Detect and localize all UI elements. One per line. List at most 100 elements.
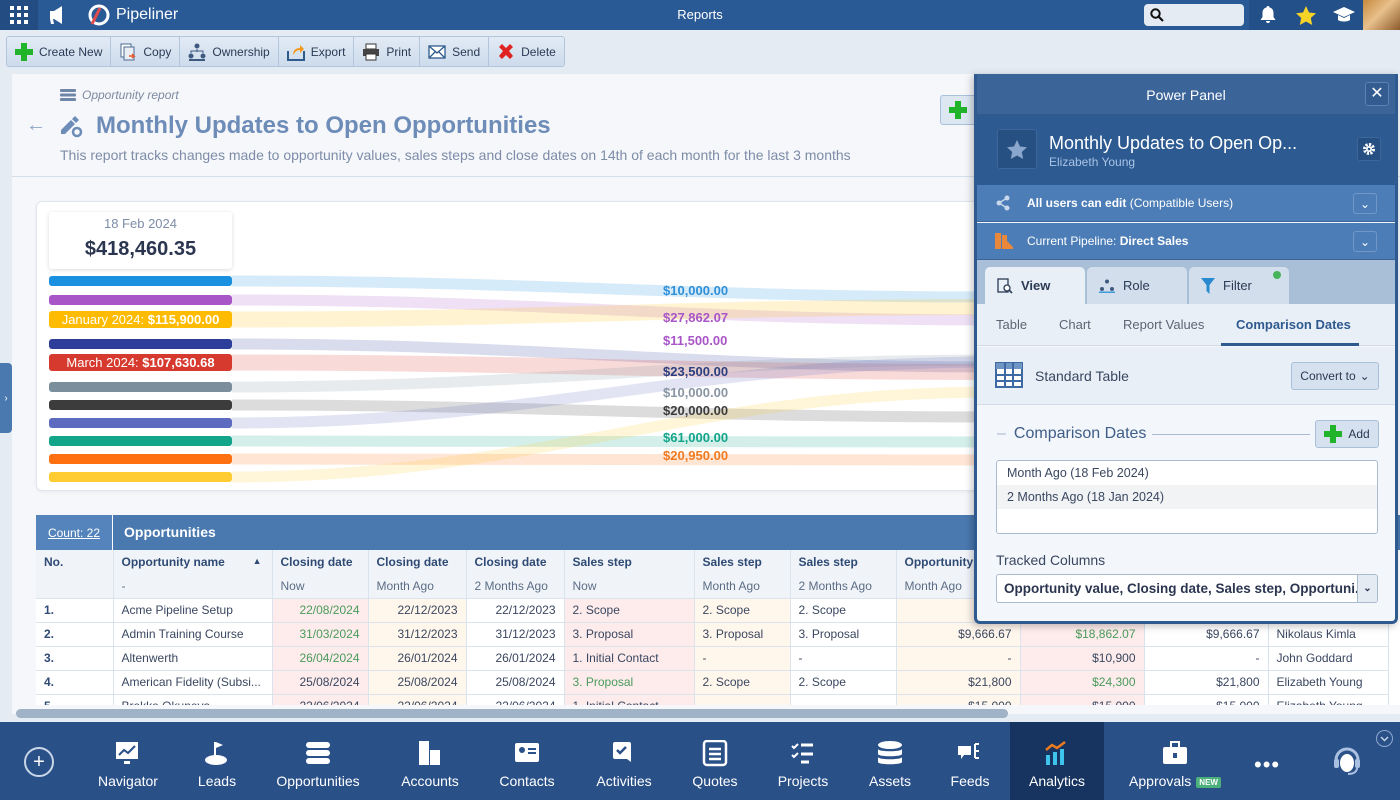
sankey-source-bar[interactable]: March 2024: $107,630.68 <box>49 354 232 371</box>
column-subheader: Now <box>272 574 369 598</box>
sankey-source-bar[interactable] <box>49 382 232 392</box>
tab-role[interactable]: Role <box>1087 267 1187 304</box>
collapse-nav-button[interactable] <box>1376 730 1393 747</box>
nav-item-opportunities[interactable]: Opportunities <box>270 722 366 800</box>
column-header[interactable]: Closing date <box>368 550 467 574</box>
announcements-button[interactable] <box>38 0 78 30</box>
subtab-report-values[interactable]: Report Values <box>1123 317 1204 332</box>
horizontal-scrollbar[interactable] <box>16 709 1008 718</box>
nav-item-analytics[interactable]: Analytics <box>1010 722 1104 800</box>
opportunities-icon <box>306 742 330 764</box>
delete-button[interactable]: Delete <box>489 37 564 66</box>
support-button[interactable] <box>1332 744 1362 779</box>
subtab-comparison-dates[interactable]: Comparison Dates <box>1236 317 1351 332</box>
comparison-date-item[interactable]: Month Ago (18 Feb 2024) <box>997 461 1377 485</box>
sankey-source-bar[interactable] <box>49 418 232 428</box>
column-header[interactable]: Sales step <box>790 550 897 574</box>
comparison-date-item[interactable]: 2 Months Ago (18 Jan 2024) <box>997 485 1377 509</box>
nav-item-projects[interactable]: Projects <box>768 722 838 800</box>
table-row[interactable]: 3. Altenwerth 26/04/2024 26/01/2024 26/01/20… <box>36 645 1389 670</box>
copy-label: Copy <box>143 44 172 59</box>
sharing-dropdown[interactable]: ⌄ <box>1353 193 1377 214</box>
pipeline-dropdown[interactable]: ⌄ <box>1353 231 1377 252</box>
table-cell: 1. <box>36 597 114 622</box>
navigator-icon <box>116 742 138 764</box>
count-link[interactable]: Count: 22 <box>36 515 113 550</box>
tab-filter[interactable]: Filter <box>1189 267 1289 304</box>
search-input[interactable] <box>1144 4 1244 26</box>
ownership-button[interactable]: Ownership <box>180 37 279 66</box>
sankey-source-bar[interactable] <box>49 436 232 446</box>
sankey-source-bar[interactable] <box>49 295 232 305</box>
export-button[interactable]: Export <box>278 37 355 66</box>
quick-add-button[interactable]: + <box>24 747 54 777</box>
nav-item-approvals[interactable]: Approvals NEW <box>1112 722 1238 800</box>
send-button[interactable]: Send <box>420 37 490 66</box>
column-subheader: Now <box>564 574 695 598</box>
column-header[interactable]: Closing date <box>272 550 369 574</box>
column-header[interactable]: Opportunity name ▲ <box>113 550 273 574</box>
nav-label-text: Approvals <box>1129 773 1192 789</box>
nav-item-navigator[interactable]: Navigator <box>96 722 160 800</box>
nav-item-activities[interactable]: Activities <box>586 722 662 800</box>
edit-settings-icon[interactable] <box>58 112 84 138</box>
column-header[interactable]: Sales step <box>564 550 695 574</box>
sankey-chart: 18 Feb 2024 $418,460.35 January 2024: $1… <box>36 201 997 491</box>
sort-ascending-icon[interactable]: ▲ <box>253 556 262 566</box>
column-header[interactable]: Sales step <box>694 550 791 574</box>
create-new-button[interactable]: Create New <box>7 37 112 66</box>
nav-item-quotes[interactable]: Quotes <box>684 722 746 800</box>
user-avatar[interactable] <box>1363 0 1400 30</box>
column-subheader <box>36 574 114 598</box>
sankey-source-bar[interactable] <box>49 472 232 482</box>
flow-value-label: $11,500.00 <box>663 333 728 348</box>
column-header[interactable]: No. <box>36 550 114 574</box>
nav-label-text: Projects <box>777 773 829 789</box>
nav-item-contacts[interactable]: Contacts <box>490 722 564 800</box>
academy-button[interactable] <box>1325 0 1363 30</box>
favorites-button[interactable] <box>1287 0 1325 30</box>
close-button[interactable]: ✕ <box>1365 82 1389 106</box>
pipeline-row[interactable]: Current Pipeline: Direct Sales ⌄ <box>977 223 1395 260</box>
subtab-chart[interactable]: Chart <box>1059 317 1091 332</box>
nav-item-leads[interactable]: Leads <box>186 722 248 800</box>
plus-icon <box>949 101 967 119</box>
nav-item-feeds[interactable]: Feeds <box>940 722 1000 800</box>
sankey-source-bar[interactable] <box>49 454 232 464</box>
convert-to-button[interactable]: Convert to ⌄ <box>1291 362 1379 390</box>
analytics-icon <box>1045 741 1066 765</box>
copy-button[interactable]: Copy <box>111 37 181 66</box>
sidebar-expand-handle[interactable]: › <box>0 363 12 433</box>
table-row[interactable]: 5.Brekke Okuneva22/06/202422/06/202422/0… <box>36 693 1389 705</box>
sharing-row[interactable]: All users can edit (Compatible Users) ⌄ <box>977 185 1395 222</box>
app-grid-button[interactable] <box>0 0 38 30</box>
sankey-source-bar[interactable] <box>49 276 232 286</box>
projects-icon <box>791 743 813 764</box>
sankey-source-bar[interactable] <box>49 400 232 410</box>
sankey-source-bar[interactable]: January 2024: $115,900.00 <box>49 311 232 328</box>
column-header[interactable]: Closing date <box>466 550 565 574</box>
nav-item-accounts[interactable]: Accounts <box>390 722 470 800</box>
sankey-source-bar[interactable] <box>49 339 232 349</box>
back-button[interactable]: ← <box>26 114 46 137</box>
grid-icon <box>10 6 28 24</box>
table-row[interactable]: 2. Admin Training Course 31/03/2024 31/12/2… <box>36 621 1389 646</box>
tracked-columns-dropdown[interactable]: ⌄ <box>1357 575 1377 602</box>
settings-button[interactable] <box>1357 137 1381 161</box>
subtab-table[interactable]: Table <box>996 317 1027 332</box>
favorite-button[interactable] <box>997 129 1037 169</box>
nav-item-assets[interactable]: Assets <box>860 722 920 800</box>
table-row[interactable]: 4. American Fidelity (Subsi... 25/08/2024 2… <box>36 669 1389 694</box>
view-subtabs: Table Chart Report Values Comparison Dat… <box>977 304 1395 346</box>
comparison-dates-heading: – Comparison Dates <box>997 425 1146 443</box>
flow-value-label: $23,500.00 <box>663 364 729 379</box>
notifications-button[interactable] <box>1249 0 1287 30</box>
tracked-columns-select[interactable]: Opportunity value, Closing date, Sales s… <box>996 574 1378 603</box>
export-icon <box>286 44 305 61</box>
tab-view[interactable]: View <box>985 267 1085 304</box>
print-button[interactable]: Print <box>354 37 421 66</box>
pipeliner-logo[interactable]: Pipeliner <box>86 4 178 26</box>
collapse-dash[interactable]: – <box>997 425 1006 443</box>
more-button[interactable]: ••• <box>1254 752 1280 778</box>
add-comparison-date-button[interactable]: Add <box>1315 420 1379 448</box>
